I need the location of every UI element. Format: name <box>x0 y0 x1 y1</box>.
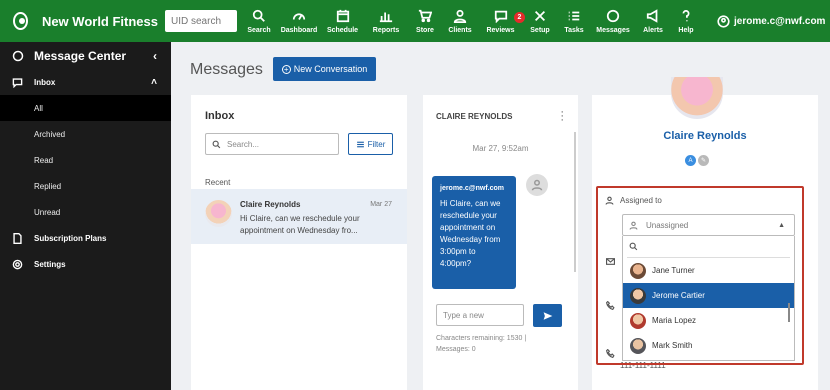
dashboard-icon <box>292 8 307 23</box>
tag-a[interactable]: A <box>685 155 696 166</box>
chat-panel: CLAIRE REYNOLDS · · · Mar 27, 9:52am jerom… <box>423 95 578 390</box>
nav-reports[interactable]: Reports <box>364 8 408 42</box>
sidebar-item-inbox[interactable]: Inbox ˄ <box>0 69 171 95</box>
page-title: Messages <box>190 61 263 78</box>
chat-scrollbar[interactable] <box>574 132 576 272</box>
user-email: jerome.c@nwf.com <box>734 15 826 27</box>
message-text: Hi Claire, can we reschedule your appoin… <box>440 199 501 268</box>
cart-icon <box>418 8 433 23</box>
message-bubble: jerome.c@nwf.com Hi Claire, can we resch… <box>432 176 516 289</box>
new-conversation-button[interactable]: + New Conversation <box>273 57 376 81</box>
inbox-title: Inbox <box>205 110 235 122</box>
nav-schedule[interactable]: Schedule <box>321 8 364 42</box>
nav-tasks[interactable]: Tasks <box>557 8 591 42</box>
nav-reviews[interactable]: Reviews 2 <box>478 8 525 42</box>
megaphone-icon <box>646 8 661 23</box>
brand-logo-icon <box>13 12 28 30</box>
sidebar-item-subscription-plans[interactable]: Subscription Plans <box>0 225 171 251</box>
person-icon <box>531 179 543 191</box>
recent-label: Recent <box>205 178 231 187</box>
sliders-icon <box>356 141 364 147</box>
sidebar-item-all[interactable]: All <box>0 95 171 121</box>
nav-help[interactable]: Help <box>671 8 701 42</box>
nav-setup[interactable]: Setup <box>523 8 557 42</box>
sidebar-item-archived[interactable]: Archived <box>0 121 171 147</box>
highlight-box <box>596 186 804 365</box>
search-icon <box>252 8 267 23</box>
conversation-date: Mar 27 <box>370 201 392 208</box>
inbox-panel: Inbox Search... Filter Recent Claire Rey… <box>191 95 407 390</box>
contact-tags: A ✎ <box>685 155 711 166</box>
contact-photo <box>671 77 723 119</box>
search-icon <box>212 140 221 148</box>
message-timestamp: Mar 27, 9:52am <box>472 144 529 153</box>
sender-avatar <box>526 174 548 196</box>
message-input[interactable]: Type a new <box>436 304 524 326</box>
conversation-preview: Hi Claire, can we reschedule your appoin… <box>240 214 360 235</box>
uid-search-input[interactable] <box>165 10 237 32</box>
conversation-name: Claire Reynolds <box>240 200 301 209</box>
chat-contact-name: CLAIRE REYNOLDS <box>436 112 513 121</box>
person-icon <box>453 8 468 23</box>
plus-icon: + <box>281 64 291 74</box>
message-center-icon <box>12 50 24 62</box>
bar-chart-icon <box>379 8 394 23</box>
message-sender: jerome.c@nwf.com <box>440 185 505 192</box>
sidebar-item-replied[interactable]: Replied <box>0 173 171 199</box>
sidebar: Message Center ‹ Inbox ˄ All Archived Re… <box>0 42 171 390</box>
nav-clients[interactable]: Clients <box>442 8 478 42</box>
message-icon <box>606 8 621 23</box>
sidebar-item-read[interactable]: Read <box>0 147 171 173</box>
question-icon <box>679 8 694 23</box>
nav-search[interactable]: Search <box>241 8 277 42</box>
avatar <box>205 200 232 227</box>
nav-dashboard[interactable]: Dashboard <box>277 8 321 42</box>
checklist-icon <box>567 8 582 23</box>
nav-alerts[interactable]: Alerts <box>635 8 671 42</box>
document-icon <box>12 232 24 244</box>
send-button[interactable] <box>533 304 562 327</box>
inbox-search-input[interactable]: Search... <box>205 133 339 155</box>
user-menu[interactable]: jerome.c@nwf.com <box>717 14 826 28</box>
sidebar-item-settings[interactable]: Settings <box>0 251 171 277</box>
top-navigation-bar: New World Fitness Search Dashboard Sched… <box>0 0 830 42</box>
app-name: New World Fitness <box>41 13 158 29</box>
sidebar-item-unread[interactable]: Unread <box>0 199 171 225</box>
contact-name: Claire Reynolds <box>663 130 747 142</box>
brand[interactable]: New World Fitness <box>0 12 158 30</box>
more-options-icon[interactable]: · · · <box>560 107 564 126</box>
calendar-icon <box>335 8 350 23</box>
message-center-title: Message Center <box>34 48 127 63</box>
chevron-up-icon: ˄ <box>151 76 157 88</box>
nav-messages[interactable]: Messages <box>591 8 635 42</box>
tools-icon <box>533 8 548 23</box>
user-avatar-icon <box>717 14 730 28</box>
edit-tag-icon[interactable]: ✎ <box>698 155 709 166</box>
character-counter: Characters remaining: 1530 | Messages: 0 <box>436 335 527 353</box>
nav-store[interactable]: Store <box>408 8 442 42</box>
send-icon <box>543 311 552 320</box>
chat-icon <box>493 8 508 23</box>
main-nav: Search Dashboard Schedule Reports Store … <box>241 0 701 42</box>
gear-icon <box>12 258 24 270</box>
message-center-header[interactable]: Message Center ‹ <box>0 42 171 69</box>
inbox-chat-icon <box>12 76 24 88</box>
filter-button[interactable]: Filter <box>348 133 393 155</box>
conversation-item[interactable]: Claire Reynolds Mar 27 Hi Claire, can we… <box>191 189 407 244</box>
chevron-left-icon[interactable]: ‹ <box>153 49 157 63</box>
